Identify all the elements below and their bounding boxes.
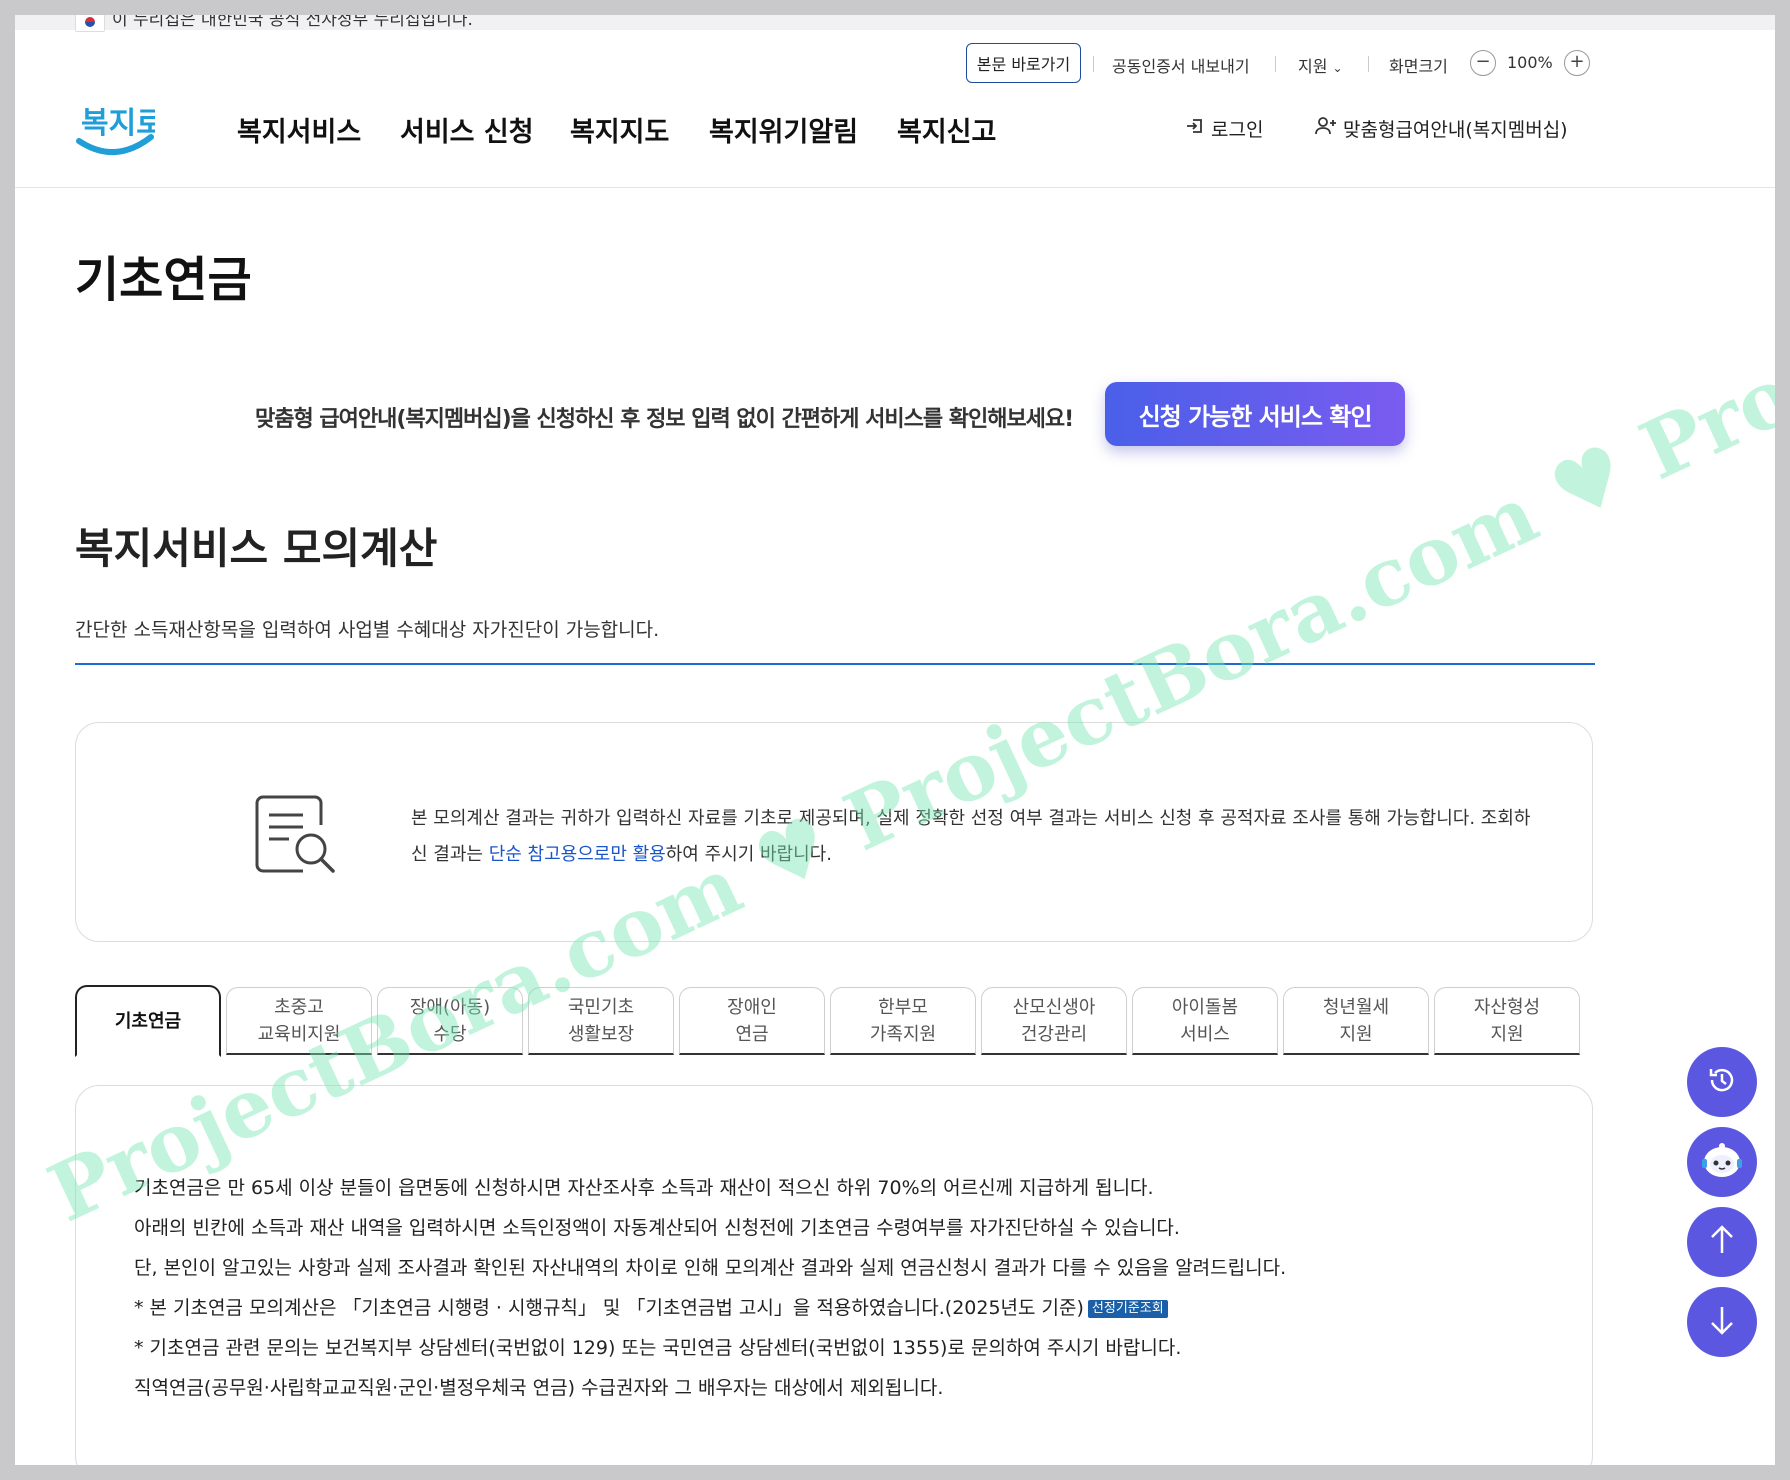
tab-label: 국민기초 생활보장 bbox=[567, 996, 635, 1045]
tab-label: 한부모 가족지원 bbox=[869, 996, 937, 1045]
svg-text:복지로: 복지로 bbox=[81, 106, 155, 141]
gnb-welfare-report[interactable]: 복지신고 bbox=[897, 110, 996, 149]
tab-disability-child[interactable]: 장애(아동) 수당 bbox=[377, 987, 523, 1055]
membership-button[interactable]: 맞춤형급여안내(복지멤버십) bbox=[1315, 115, 1568, 142]
content-line: * 기초연금 관련 문의는 보건복지부 상담센터(국번없이 129) 또는 국민… bbox=[134, 1337, 1182, 1359]
tab-label: 자산형성 지원 bbox=[1473, 996, 1541, 1045]
page-title: 기초연금 bbox=[75, 252, 252, 308]
tab-label: 장애인 연금 bbox=[727, 996, 777, 1045]
content-line: 직역연금(공무원·사립학교교직원·군인·별정우체국 연금) 수급권자와 그 배우… bbox=[134, 1377, 944, 1399]
check-services-button[interactable]: 신청 가능한 서비스 확인 bbox=[1105, 382, 1405, 446]
notice-text-part2: 하여 주시기 바랍니다. bbox=[665, 844, 832, 865]
gnb-welfare-map[interactable]: 복지지도 bbox=[570, 110, 669, 149]
gnb-crisis-alert[interactable]: 복지위기알림 bbox=[709, 110, 858, 149]
user-plus-icon bbox=[1315, 116, 1337, 141]
logo-icon: 복지로 bbox=[76, 106, 164, 155]
section-title: 복지서비스 모의계산 bbox=[75, 524, 438, 573]
notice-box: 본 모의계산 결과는 귀하가 입력하신 자료를 기초로 제공되며, 실제 정확한… bbox=[75, 722, 1593, 942]
login-button[interactable]: 로그인 bbox=[1185, 115, 1263, 142]
section-divider bbox=[75, 663, 1595, 665]
bokjiro-logo[interactable]: 복지로 bbox=[75, 95, 164, 165]
tab-basic-livelihood[interactable]: 국민기초 생활보장 bbox=[528, 987, 674, 1055]
content-line: 기초연금은 만 65세 이상 분들이 읍면동에 신청하시면 자산조사후 소득과 … bbox=[134, 1177, 1154, 1199]
content-box: 기초연금은 만 65세 이상 분들이 읍면동에 신청하시면 자산조사후 소득과 … bbox=[75, 1085, 1593, 1465]
gov-banner: 이 누리집은 대한민국 공식 전자정부 누리집입니다. bbox=[15, 15, 1775, 32]
tab-disability-pension[interactable]: 장애인 연금 bbox=[679, 987, 825, 1055]
recent-history-button[interactable] bbox=[1687, 1047, 1757, 1117]
tab-child-care[interactable]: 아이돌봄 서비스 bbox=[1132, 987, 1278, 1055]
divider bbox=[1368, 56, 1369, 72]
chatbot-button[interactable] bbox=[1687, 1127, 1757, 1197]
membership-label: 맞춤형급여안내(복지멤버십) bbox=[1343, 119, 1568, 141]
content-line: 아래의 빈칸에 소득과 재산 내역을 입력하시면 소득인정액이 자동계산되어 신… bbox=[134, 1217, 1180, 1239]
content-line: 단, 본인이 알고있는 사항과 실제 조사결과 확인된 자산내역의 차이로 인해… bbox=[134, 1257, 1287, 1279]
gov-banner-text: 이 누리집은 대한민국 공식 전자정부 누리집입니다. bbox=[112, 15, 473, 30]
divider bbox=[1093, 56, 1094, 72]
zoom-out-button[interactable]: − bbox=[1470, 50, 1496, 76]
scroll-top-button[interactable] bbox=[1687, 1207, 1757, 1277]
header-divider bbox=[15, 187, 1775, 188]
login-icon bbox=[1185, 116, 1205, 141]
chatbot-icon bbox=[1697, 1135, 1747, 1189]
arrow-down-icon bbox=[1705, 1303, 1739, 1341]
browser-page: 이 누리집은 대한민국 공식 전자정부 누리집입니다. 본문 바로가기 공동인증… bbox=[15, 15, 1775, 1465]
watermark: ProjectBora.com ♥ ProjectBora.com ♥ Proj… bbox=[35, 53, 1775, 1241]
content-line: * 본 기초연금 모의계산은 「기초연금 시행령 · 시행규칙」 및 「기초연금… bbox=[134, 1288, 1286, 1328]
promo-text: 맞춤형 급여안내(복지멤버십)을 신청하신 후 정보 입력 없이 간편하게 서비… bbox=[255, 407, 1074, 432]
cert-export-link[interactable]: 공동인증서 내보내기 bbox=[1112, 53, 1250, 77]
skip-to-content-button[interactable]: 본문 바로가기 bbox=[966, 43, 1081, 83]
arrow-up-icon bbox=[1705, 1223, 1739, 1261]
tab-label: 장애(아동) 수당 bbox=[409, 996, 491, 1045]
document-search-icon bbox=[251, 793, 341, 875]
tab-label: 아이돌봄 서비스 bbox=[1171, 996, 1239, 1045]
gnb-service-apply[interactable]: 서비스 신청 bbox=[400, 110, 534, 149]
notice-highlight: 단순 참고용으로만 활용 bbox=[488, 844, 666, 865]
tab-label: 기초연금 bbox=[114, 1010, 182, 1032]
scroll-bottom-button[interactable] bbox=[1687, 1287, 1757, 1357]
history-icon bbox=[1704, 1062, 1740, 1102]
tab-label: 초중고 교육비지원 bbox=[257, 996, 341, 1045]
tab-single-parent[interactable]: 한부모 가족지원 bbox=[830, 987, 976, 1055]
screen-size-label: 화면크기 bbox=[1389, 57, 1448, 76]
tab-label: 청년월세 지원 bbox=[1322, 996, 1390, 1045]
criteria-lookup-badge[interactable]: 선정기준조회 bbox=[1087, 1300, 1168, 1318]
support-dropdown[interactable]: 지원 ⌄ bbox=[1298, 53, 1343, 77]
notice-text: 본 모의계산 결과는 귀하가 입력하신 자료를 기초로 제공되며, 실제 정확한… bbox=[411, 801, 1541, 873]
tab-asset-building[interactable]: 자산형성 지원 bbox=[1434, 987, 1580, 1055]
tab-school-education[interactable]: 초중고 교육비지원 bbox=[226, 987, 372, 1055]
korea-flag-icon bbox=[75, 15, 105, 32]
calculator-tabs: 기초연금 초중고 교육비지원 장애(아동) 수당 국민기초 생활보장 장애인 연금 한부… bbox=[75, 985, 1595, 1057]
support-label: 지원 bbox=[1298, 57, 1328, 76]
chevron-down-icon: ⌄ bbox=[1332, 61, 1343, 75]
gnb-welfare-services[interactable]: 복지서비스 bbox=[237, 110, 361, 149]
tab-youth-rent[interactable]: 청년월세 지원 bbox=[1283, 987, 1429, 1055]
tab-basic-pension[interactable]: 기초연금 bbox=[75, 985, 221, 1057]
tab-maternal-newborn[interactable]: 산모신생아 건강관리 bbox=[981, 987, 1127, 1055]
tab-label: 산모신생아 건강관리 bbox=[1012, 996, 1096, 1045]
zoom-in-button[interactable]: + bbox=[1564, 50, 1590, 76]
login-label: 로그인 bbox=[1211, 119, 1264, 141]
zoom-value: 100% bbox=[1507, 53, 1553, 72]
content-text: 기초연금은 만 65세 이상 분들이 읍면동에 신청하시면 자산조사후 소득과 … bbox=[134, 1168, 1286, 1408]
divider bbox=[1275, 56, 1276, 72]
section-description: 간단한 소득재산항목을 입력하여 사업별 수혜대상 자가진단이 가능합니다. bbox=[75, 619, 660, 641]
